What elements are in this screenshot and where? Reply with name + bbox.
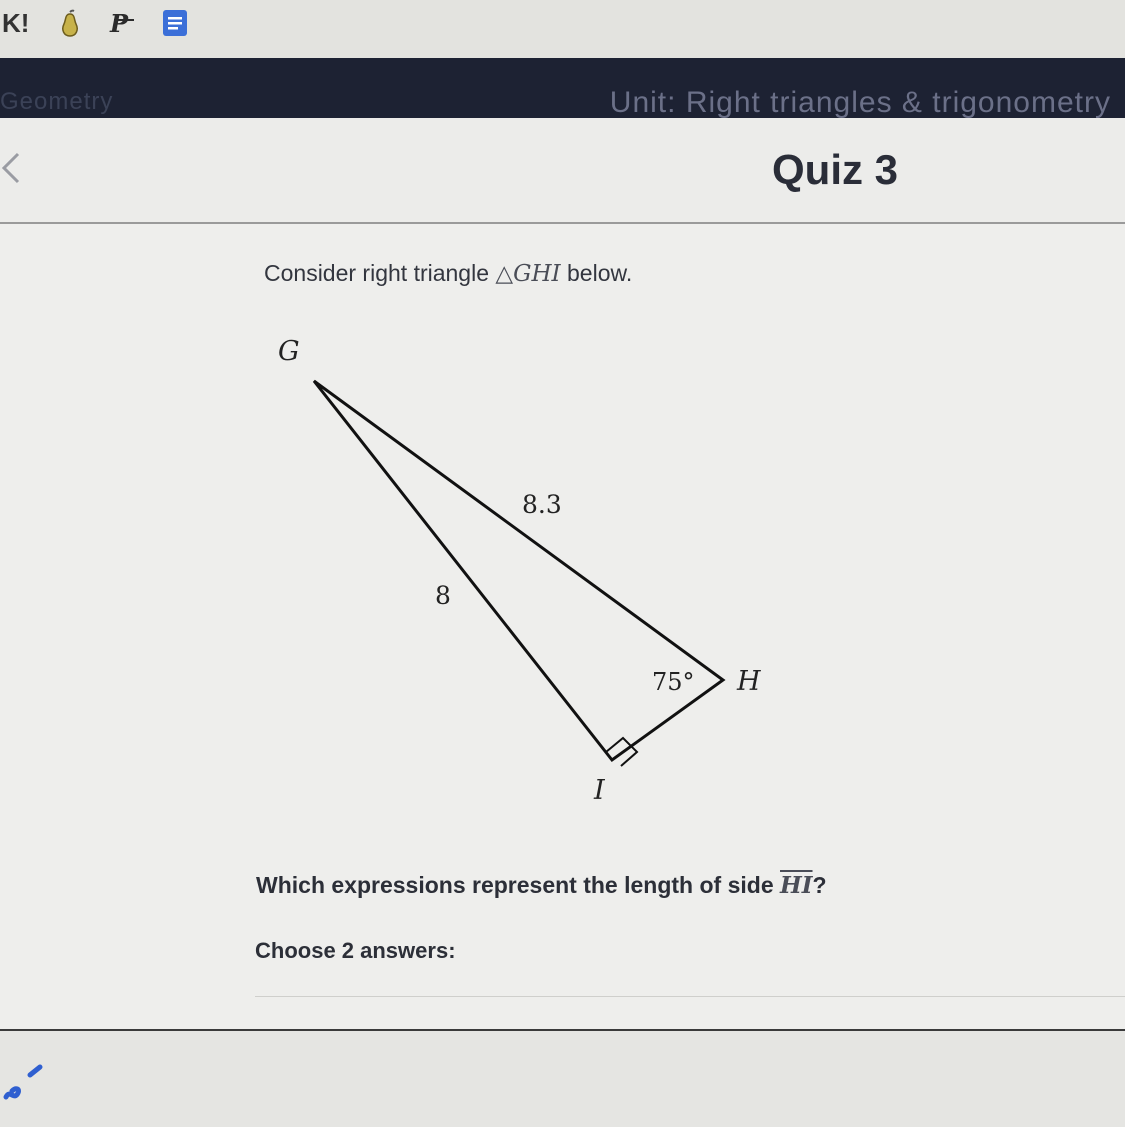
angle-h-label: 75° (652, 668, 695, 696)
triangle-ghi (312, 379, 726, 763)
question-prefix: Which expressions represent the length o… (256, 872, 781, 898)
pp-logo-icon[interactable]: P (108, 8, 138, 38)
side-gi-label: 8 (435, 581, 451, 610)
triangle-figure: G H I 8.3 8 75° (278, 336, 761, 806)
scratchpad-pencil-icon[interactable] (0, 1061, 46, 1107)
chevron-left-icon[interactable] (0, 148, 24, 188)
vertex-h-label: H (736, 666, 761, 697)
course-breadcrumb[interactable]: Geometry (0, 88, 113, 116)
answer-divider (255, 996, 1125, 997)
vertex-i-label: I (593, 775, 606, 806)
hypotenuse-label: 8.3 (522, 490, 562, 519)
unit-breadcrumb[interactable]: Unit: Right triangles & trigonometry (610, 86, 1111, 120)
vertex-g-label: G (278, 336, 300, 367)
quiz-header: Quiz 3 (0, 118, 1125, 224)
pear-icon[interactable] (55, 8, 85, 38)
bookmarks-bar: K! P (0, 0, 1125, 58)
svg-text:P: P (109, 9, 129, 38)
question-side: HI (780, 872, 813, 899)
question-text: Which expressions represent the length o… (256, 872, 827, 899)
bottom-toolbar (0, 1029, 1125, 1127)
bookmark-k[interactable]: K! (2, 8, 29, 39)
question-suffix: ? (812, 872, 827, 898)
problem-area: Consider right triangle △GHI below. G H … (0, 224, 1125, 1029)
page-title: Quiz 3 (772, 146, 899, 193)
choose-instruction: Choose 2 answers: (255, 938, 456, 963)
document-list-icon[interactable] (160, 8, 190, 38)
